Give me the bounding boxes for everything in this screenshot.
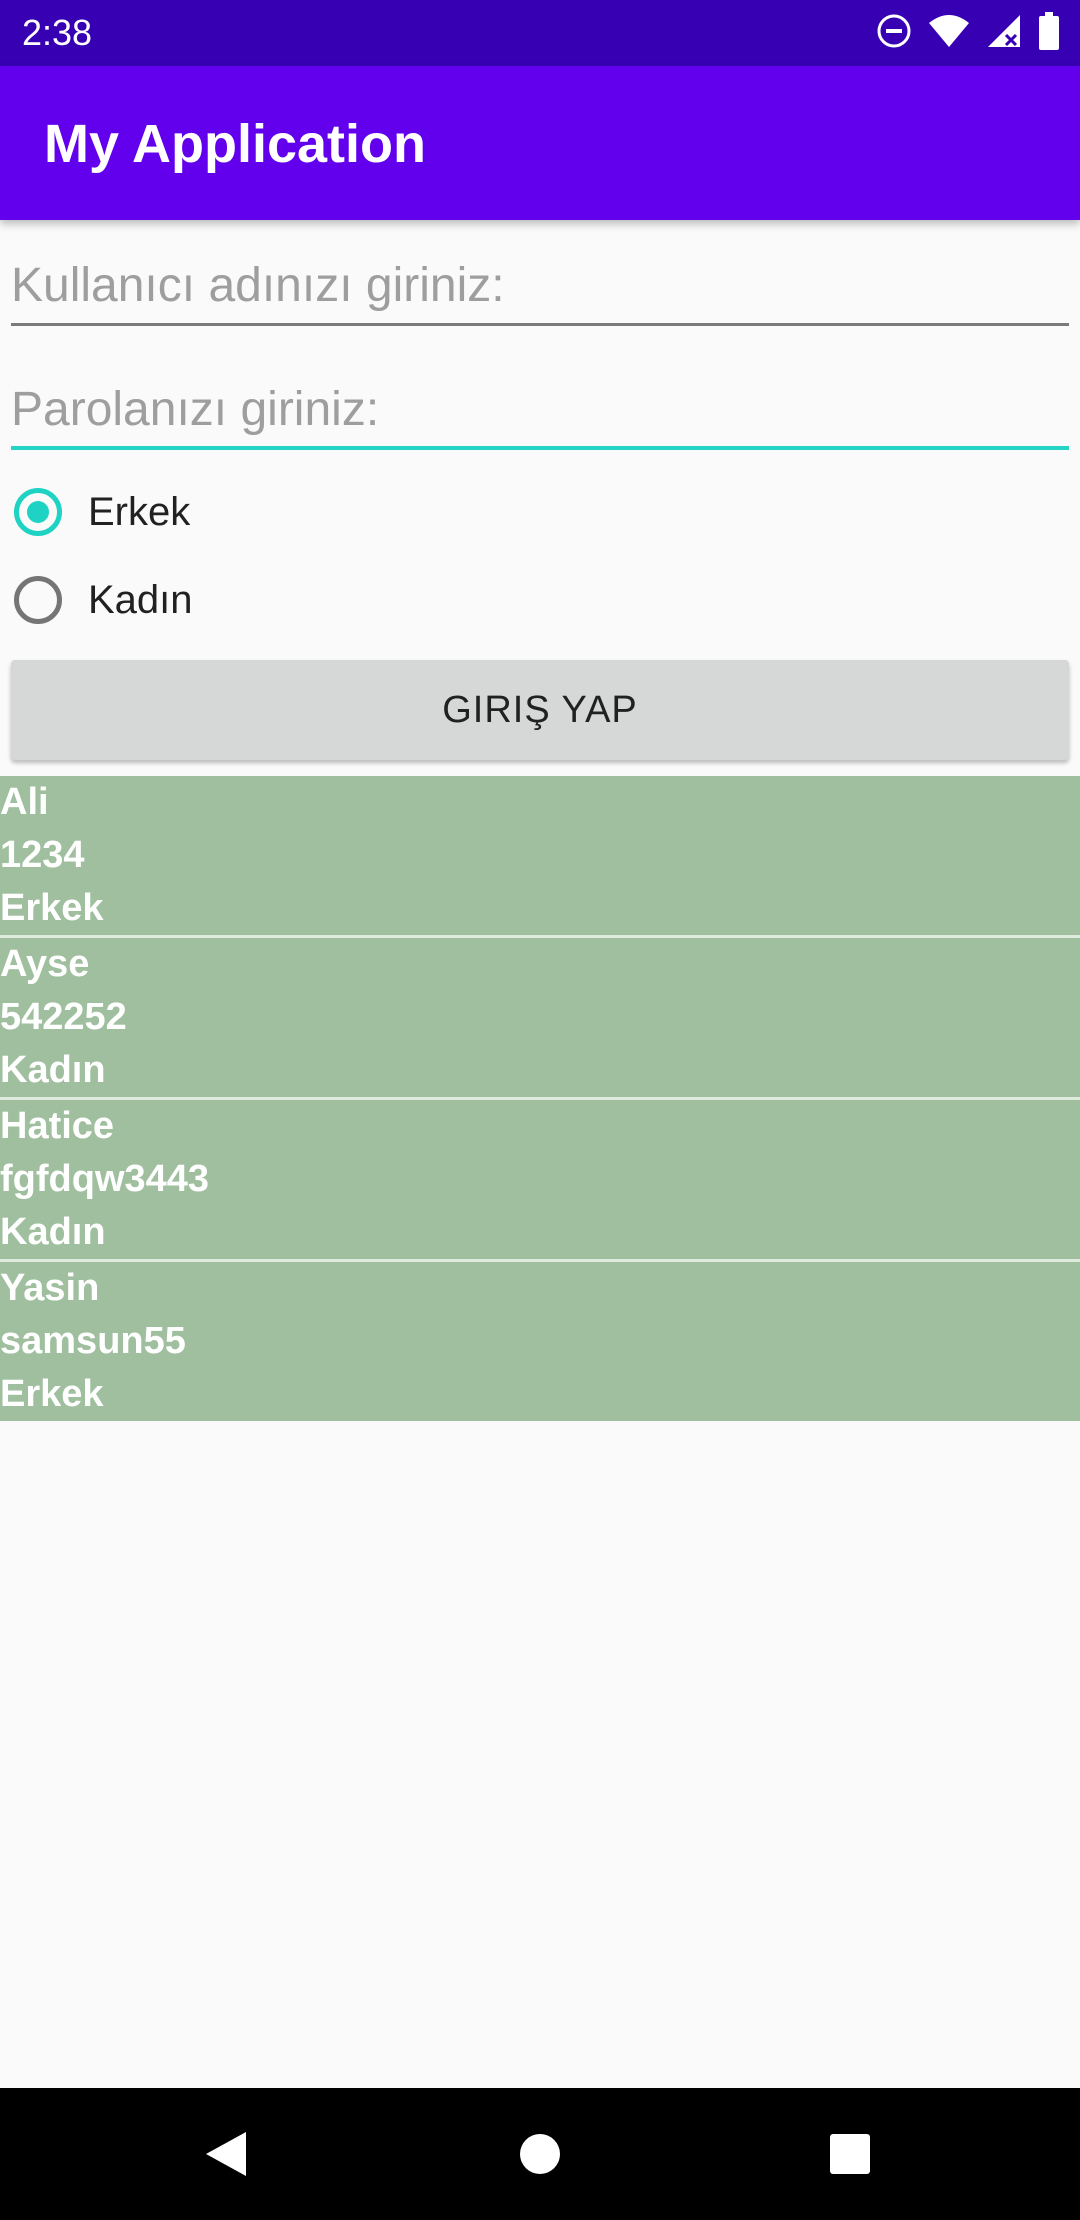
user-name: Yasin [0, 1267, 100, 1309]
user-name: Hatice [0, 1105, 115, 1147]
radio-erkek[interactable]: Erkek [14, 482, 190, 542]
list-item[interactable]: Ayse 542252 Kadın [0, 938, 1080, 1100]
radio-erkek-label: Erkek [88, 489, 191, 534]
recents-icon [830, 2134, 870, 2174]
user-password: fgfdqw3443 [0, 1158, 210, 1200]
password-field-container [11, 374, 1069, 450]
username-underline [11, 323, 1069, 326]
user-gender: Erkek [0, 1373, 104, 1415]
list-item[interactable]: Hatice fgfdqw3443 Kadın [0, 1100, 1080, 1262]
radio-kadin[interactable]: Kadın [14, 570, 193, 630]
user-name: Ayse [0, 943, 90, 985]
home-button[interactable] [480, 2088, 600, 2220]
radio-unchecked-icon [14, 576, 62, 624]
password-underline [11, 446, 1069, 450]
user-gender: Erkek [0, 887, 104, 929]
battery-icon [1038, 11, 1060, 55]
list-item[interactable]: Yasin samsun55 Erkek [0, 1262, 1080, 1421]
back-button[interactable] [166, 2088, 286, 2220]
username-input[interactable] [11, 250, 1069, 320]
app-title: My Application [44, 114, 427, 174]
status-bar: 2:38 [0, 0, 1080, 66]
radio-checked-icon [14, 488, 62, 536]
status-icons [876, 11, 1060, 55]
back-icon [206, 2132, 246, 2176]
app-bar: My Application [0, 66, 1080, 220]
password-input[interactable] [11, 374, 1069, 444]
signal-icon [986, 13, 1022, 54]
user-list: Ali 1234 Erkek Ayse 542252 Kadın Hatice … [0, 776, 1080, 1421]
home-icon [520, 2134, 560, 2174]
do-not-disturb-icon [876, 13, 912, 54]
navigation-bar [0, 2088, 1080, 2220]
user-gender: Kadın [0, 1049, 106, 1091]
username-field-container [11, 250, 1069, 326]
user-password: 542252 [0, 996, 127, 1038]
recents-button[interactable] [790, 2088, 910, 2220]
wifi-icon [928, 13, 970, 54]
user-password: samsun55 [0, 1320, 186, 1362]
status-time: 2:38 [22, 12, 93, 53]
user-gender: Kadın [0, 1211, 106, 1253]
radio-kadin-label: Kadın [88, 577, 193, 622]
user-password: 1234 [0, 834, 85, 876]
list-item[interactable]: Ali 1234 Erkek [0, 776, 1080, 938]
login-button[interactable]: GIRIŞ YAP [11, 660, 1069, 760]
user-name: Ali [0, 781, 49, 823]
